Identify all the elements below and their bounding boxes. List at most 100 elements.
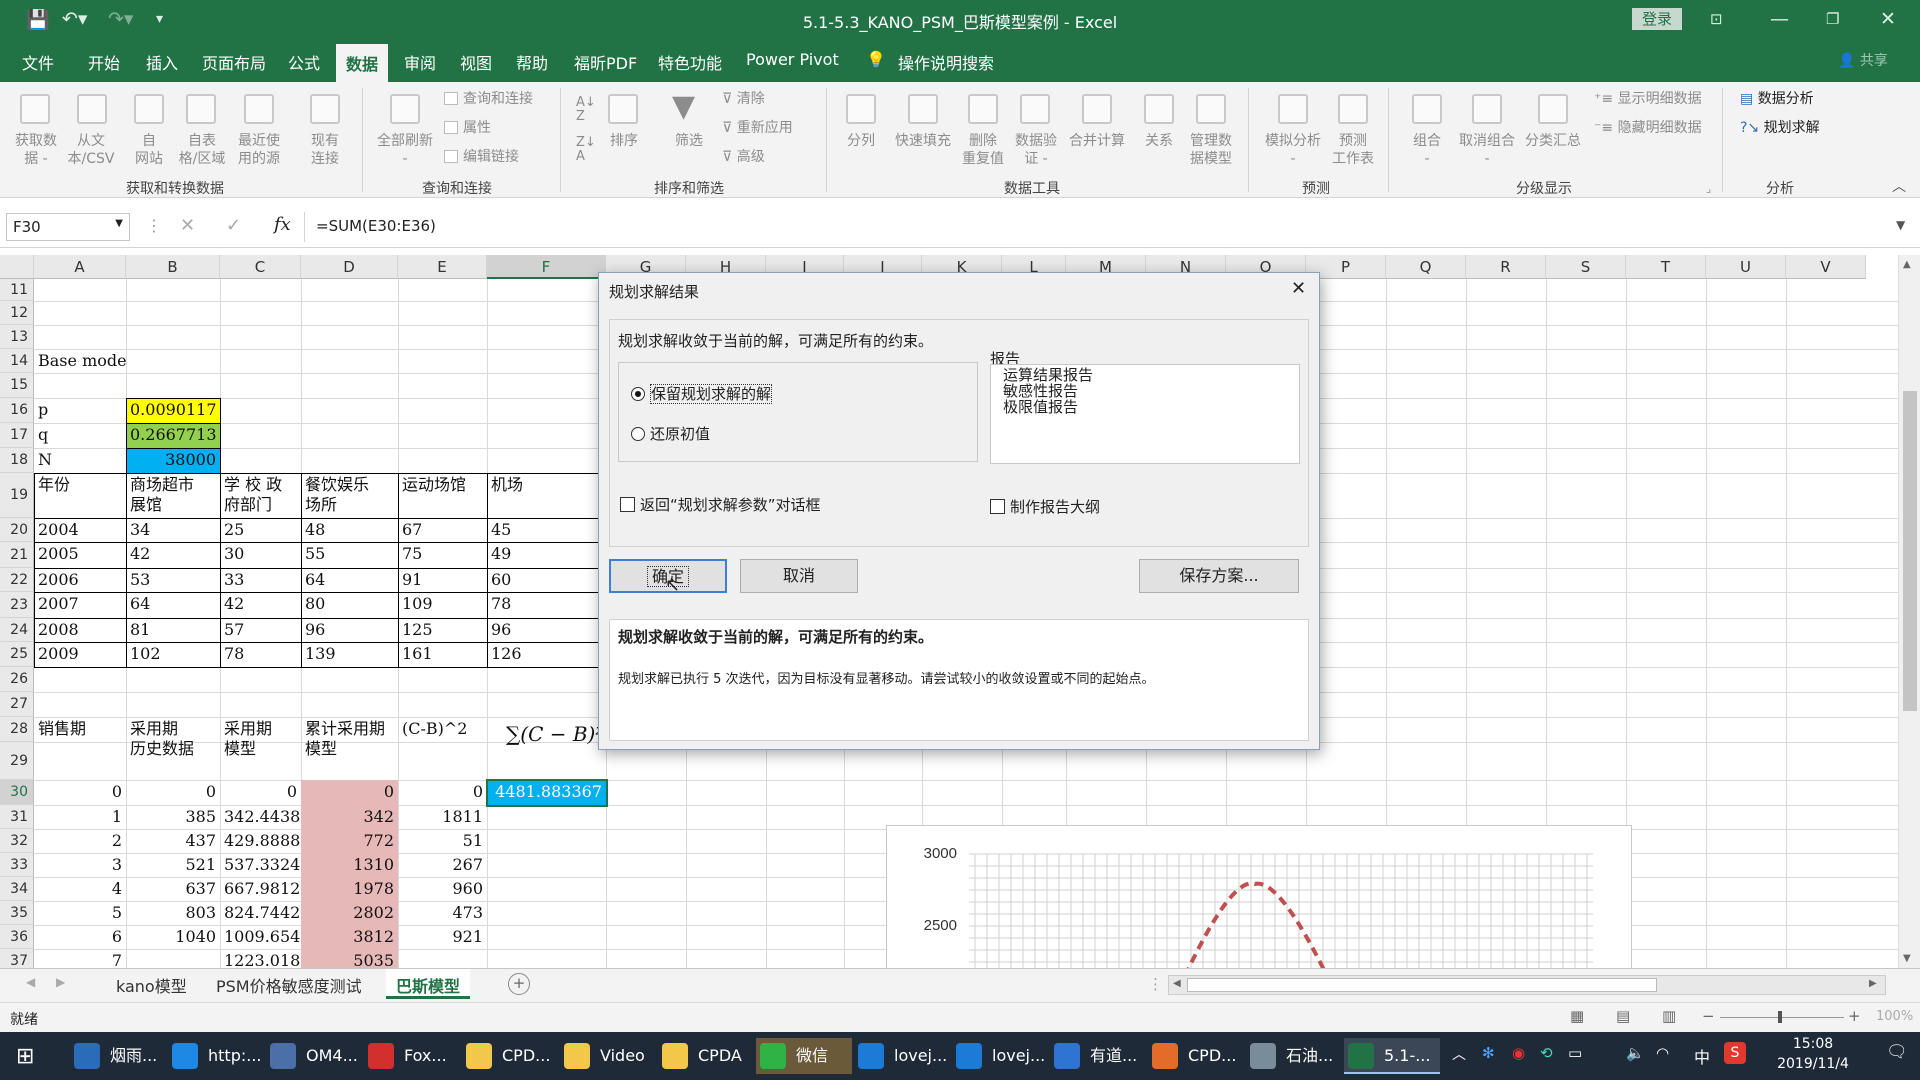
what-if-analysis-button[interactable]: 模拟分析 - bbox=[1256, 132, 1330, 168]
scroll-up-icon[interactable]: ▲ bbox=[1903, 259, 1911, 270]
table-cell[interactable]: 30 bbox=[220, 542, 301, 568]
model-cell[interactable]: 3812 bbox=[301, 925, 398, 949]
table-cell[interactable]: 57 bbox=[220, 618, 301, 642]
model-cell[interactable]: 667.9812 bbox=[220, 877, 301, 901]
model-cell[interactable]: 521 bbox=[126, 853, 220, 877]
table-cell[interactable]: 78 bbox=[220, 642, 301, 667]
model-cell[interactable]: 429.8888 bbox=[220, 829, 301, 853]
sheet-tab-kano[interactable]: kano模型 bbox=[106, 969, 197, 999]
tray-record-icon[interactable]: ◉ bbox=[1512, 1044, 1525, 1062]
table-cell[interactable]: 125 bbox=[398, 618, 487, 642]
scroll-left-icon[interactable]: ◀ bbox=[1173, 978, 1181, 989]
tell-me-search[interactable]: 操作说明搜索 bbox=[898, 50, 994, 74]
next-sheet-icon[interactable]: ▶ bbox=[56, 975, 65, 989]
scroll-down-icon[interactable]: ▼ bbox=[1903, 953, 1911, 964]
model-cell[interactable]: 6 bbox=[34, 925, 126, 949]
model-cell[interactable]: 1811 bbox=[398, 805, 487, 829]
table-cell[interactable]: 2004 bbox=[34, 518, 126, 542]
model-header-cell[interactable]: 采用期 模型 bbox=[220, 717, 301, 780]
zoom-slider-thumb[interactable] bbox=[1778, 1011, 1782, 1023]
taskbar-app[interactable]: 5.1-... bbox=[1344, 1038, 1440, 1074]
tab-insert[interactable]: 插入 bbox=[146, 50, 178, 74]
wifi-icon[interactable]: ◠ bbox=[1656, 1044, 1669, 1062]
tray-expand-icon[interactable]: ︿ bbox=[1452, 1044, 1466, 1064]
column-header-d[interactable]: D bbox=[301, 255, 398, 279]
table-header-cell[interactable]: 学 校 政 府部门 bbox=[220, 473, 301, 518]
restore-values-radio[interactable]: 还原初值 bbox=[631, 423, 710, 444]
clock-time[interactable]: 15:08 bbox=[1758, 1036, 1868, 1052]
row-header-16[interactable]: 16 bbox=[0, 398, 34, 423]
model-cell[interactable]: 1310 bbox=[301, 853, 398, 877]
text-to-columns-button[interactable]: 分列 bbox=[836, 132, 886, 150]
column-header-s[interactable]: S bbox=[1546, 255, 1626, 279]
table-cell[interactable]: 102 bbox=[126, 642, 220, 667]
table-cell[interactable]: 49 bbox=[487, 542, 606, 568]
model-cell[interactable]: 921 bbox=[398, 925, 487, 949]
row-header-11[interactable]: 11 bbox=[0, 279, 34, 301]
model-cell[interactable]: 637 bbox=[126, 877, 220, 901]
remove-duplicates-button[interactable]: 删除 重复值 bbox=[958, 132, 1008, 168]
bass-model-chart[interactable]: 3000 2500 bbox=[886, 825, 1632, 970]
advanced-filter-button[interactable]: ⊽ 高级 bbox=[722, 148, 765, 166]
close-icon[interactable]: ✕ bbox=[1880, 8, 1896, 30]
row-header-22[interactable]: 22 bbox=[0, 568, 34, 592]
table-cell[interactable]: 34 bbox=[126, 518, 220, 542]
sort-button[interactable]: 排序 bbox=[602, 132, 646, 150]
model-cell[interactable]: 0 bbox=[398, 780, 487, 805]
model-cell[interactable]: 5 bbox=[34, 901, 126, 925]
formula-input[interactable]: =SUM(E30:E36) bbox=[316, 217, 436, 235]
taskbar-app[interactable]: Fox... bbox=[364, 1038, 460, 1074]
tab-page-layout[interactable]: 页面布局 bbox=[202, 50, 266, 74]
taskbar-app[interactable]: 石油... bbox=[1246, 1038, 1342, 1074]
column-header-q[interactable]: Q bbox=[1386, 255, 1466, 279]
cell-a16[interactable]: p bbox=[34, 398, 126, 423]
model-cell[interactable]: 385 bbox=[126, 805, 220, 829]
model-cell[interactable]: 772 bbox=[301, 829, 398, 853]
from-web-button[interactable]: 自网站 bbox=[124, 132, 174, 168]
row-header-17[interactable]: 17 bbox=[0, 423, 34, 448]
column-header-e[interactable]: E bbox=[398, 255, 487, 279]
zoom-slider[interactable] bbox=[1720, 1017, 1844, 1018]
zoom-out-icon[interactable]: − bbox=[1702, 1007, 1715, 1025]
save-scenario-button[interactable]: 保存方案... bbox=[1139, 559, 1299, 593]
cell-b16[interactable]: 0.0090117 bbox=[126, 398, 220, 423]
data-analysis-button[interactable]: ▤ 数据分析 bbox=[1740, 90, 1814, 108]
model-cell[interactable]: 51 bbox=[398, 829, 487, 853]
row-header-30[interactable]: 30 bbox=[0, 780, 34, 805]
model-cell[interactable]: 1009.654 bbox=[220, 925, 301, 949]
show-detail-button[interactable]: ⁺≡ 显示明细数据 bbox=[1594, 90, 1702, 108]
ime-indicator[interactable]: 中 bbox=[1694, 1044, 1710, 1068]
row-header-18[interactable]: 18 bbox=[0, 448, 34, 473]
model-cell[interactable]: 267 bbox=[398, 853, 487, 877]
model-cell[interactable]: 803 bbox=[126, 901, 220, 925]
table-header-cell[interactable]: 商场超市 展馆 bbox=[126, 473, 220, 518]
taskbar-app[interactable]: CPD... bbox=[1148, 1038, 1244, 1074]
add-sheet-icon[interactable]: + bbox=[508, 973, 530, 995]
table-cell[interactable]: 42 bbox=[126, 542, 220, 568]
table-cell[interactable]: 60 bbox=[487, 568, 606, 592]
existing-connections-button[interactable]: 现有 连接 bbox=[300, 132, 350, 168]
model-header-cell[interactable]: 销售期 bbox=[34, 717, 126, 780]
select-all-corner[interactable] bbox=[0, 255, 34, 279]
row-header-34[interactable]: 34 bbox=[0, 877, 34, 901]
return-to-params-checkbox[interactable]: 返回“规划求解参数”对话框 bbox=[620, 494, 821, 515]
column-header-v[interactable]: V bbox=[1786, 255, 1866, 279]
horizontal-scrollbar[interactable]: ◀ ▶ bbox=[1168, 975, 1886, 995]
table-cell[interactable]: 55 bbox=[301, 542, 398, 568]
row-header-32[interactable]: 32 bbox=[0, 829, 34, 853]
notifications-icon[interactable]: 🗨 bbox=[1886, 1042, 1908, 1062]
cell-a18[interactable]: N bbox=[34, 448, 126, 473]
ungroup-button[interactable]: 取消组合 - bbox=[1450, 132, 1524, 168]
row-header-15[interactable]: 15 bbox=[0, 373, 34, 398]
table-cell[interactable]: 45 bbox=[487, 518, 606, 542]
cell-a17[interactable]: q bbox=[34, 423, 126, 448]
table-cell[interactable]: 91 bbox=[398, 568, 487, 592]
edit-links-button[interactable]: 编辑链接 bbox=[444, 148, 519, 166]
model-cell[interactable]: 473 bbox=[398, 901, 487, 925]
taskbar-app[interactable]: 有道... bbox=[1050, 1038, 1146, 1074]
restore-icon[interactable]: ❐ bbox=[1826, 10, 1839, 28]
minimize-icon[interactable]: — bbox=[1770, 8, 1789, 30]
share-button[interactable]: 👤 共享 bbox=[1838, 50, 1888, 70]
row-header-20[interactable]: 20 bbox=[0, 518, 34, 542]
tab-power-pivot[interactable]: Power Pivot bbox=[746, 50, 839, 69]
